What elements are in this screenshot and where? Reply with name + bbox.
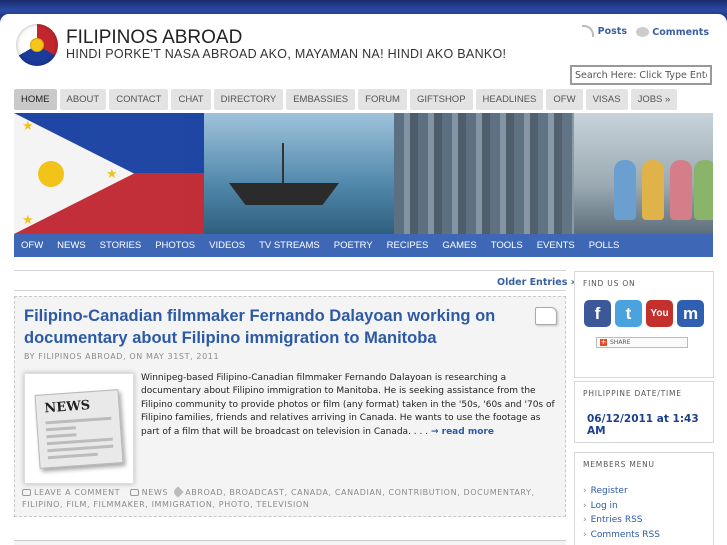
widget-heading: FIND US ON — [583, 279, 636, 288]
post-thumbnail[interactable]: NEWS — [24, 373, 134, 484]
nav-tab-about[interactable]: ABOUT — [59, 89, 107, 110]
social-icons: f t You m — [584, 300, 713, 327]
flag-star-icon: ★ — [22, 119, 34, 134]
read-more-link[interactable]: → read more — [431, 427, 494, 437]
post-title-link[interactable]: Filipino-Canadian filmmaker Fernando Dal… — [24, 305, 514, 349]
members-menu-list: RegisterLog inEntries RSSComments RSS — [583, 484, 713, 542]
members-menu-register[interactable]: Register — [583, 484, 713, 499]
flag-sun-icon — [38, 161, 64, 187]
nav-tab-giftshop[interactable]: GIFTSHOP — [409, 89, 473, 110]
text-line — [46, 433, 77, 439]
statue-figure — [670, 160, 692, 220]
boat-mast — [282, 143, 284, 185]
plus-icon: + — [600, 338, 607, 346]
post-article: Filipino-Canadian filmmaker Fernando Dal… — [14, 296, 566, 517]
posts-feed-label: Posts — [597, 25, 627, 37]
newspaper-icon: NEWS — [34, 389, 124, 469]
posts-feed-link[interactable]: Posts — [581, 25, 627, 37]
nav-tab-chat[interactable]: CHAT — [171, 89, 211, 110]
category-nav-polls[interactable]: POLLS — [589, 240, 620, 251]
text-line — [47, 452, 98, 460]
header-banner-image: ★ ★ ★ — [14, 113, 713, 234]
post-byline: BY FILIPINOS ABROAD, ON MAY 31ST, 2011 — [24, 352, 220, 361]
folder-icon — [129, 489, 139, 496]
youtube-icon[interactable]: You — [646, 300, 673, 327]
comment-bubble-icon — [636, 27, 650, 37]
category-nav-photos[interactable]: PHOTOS — [155, 240, 195, 251]
site-logo[interactable] — [16, 24, 58, 66]
note-icon — [535, 307, 557, 325]
statue-figure — [694, 160, 713, 220]
thumbnail-label: NEWS — [43, 398, 91, 417]
post-excerpt: Winnipeg-based Filipino-Canadian filmmak… — [141, 372, 559, 439]
members-menu-comments-rss[interactable]: Comments RSS — [583, 528, 713, 543]
category-nav-recipes[interactable]: RECIPES — [387, 240, 429, 251]
category-nav-tools[interactable]: TOOLS — [491, 240, 523, 251]
members-menu-widget: MEMBERS MENU RegisterLog inEntries RSSCo… — [574, 452, 714, 545]
share-label: SHARE — [610, 339, 631, 346]
comment-icon — [22, 489, 31, 496]
facebook-icon[interactable]: f — [584, 300, 611, 327]
nav-tab-contact[interactable]: CONTACT — [109, 89, 169, 110]
tag-icon — [172, 486, 184, 498]
post-meta: LEAVE A COMMENT NEWS ABROAD, BROADCAST, … — [22, 486, 562, 510]
category-nav-news[interactable]: NEWS — [57, 240, 86, 251]
category-nav-tv-streams[interactable]: TV STREAMS — [259, 240, 320, 251]
category-navigation: OFW NEWS STORIES PHOTOS VIDEOS TV STREAMS POET… — [14, 234, 713, 257]
category-nav-ofw[interactable]: OFW — [21, 240, 43, 251]
statue-figure — [614, 160, 636, 220]
flag-star-icon: ★ — [106, 167, 118, 182]
statue-figure — [642, 160, 664, 220]
twitter-icon[interactable]: t — [615, 300, 642, 327]
banner-city-photo — [394, 113, 574, 234]
text-line — [45, 426, 77, 432]
older-entries-link[interactable]: Older Entries » — [497, 277, 577, 288]
category-nav-videos[interactable]: VIDEOS — [209, 240, 245, 251]
nav-tab-jobs[interactable]: JOBS » — [630, 89, 678, 110]
banner-sea-photo — [204, 113, 394, 234]
nav-tab-headlines[interactable]: HEADLINES — [475, 89, 544, 110]
category-link[interactable]: NEWS — [142, 488, 168, 497]
nav-tab-embassies[interactable]: EMBASSIES — [286, 89, 356, 110]
nav-tab-ofw[interactable]: OFW — [546, 89, 583, 110]
philippine-time-widget: PHILIPPINE DATE/TIME 06/12/2011 at 1:43 … — [574, 381, 714, 443]
leave-comment-link[interactable]: LEAVE A COMMENT — [34, 488, 120, 497]
divider — [14, 270, 566, 271]
widget-heading: MEMBERS MENU — [583, 460, 655, 469]
myspace-icon[interactable]: m — [677, 300, 704, 327]
boat-icon — [229, 183, 339, 205]
category-nav-games[interactable]: GAMES — [442, 240, 476, 251]
top-navigation: HOME ABOUT CONTACT CHAT DIRECTORY EMBASSIES FO… — [14, 89, 678, 110]
members-menu-entries-rss[interactable]: Entries RSS — [583, 513, 713, 528]
sun-icon — [30, 38, 44, 52]
text-line — [45, 416, 112, 425]
feed-links: Posts Comments — [576, 25, 709, 40]
nav-tab-visas[interactable]: VISAS — [585, 89, 628, 110]
category-nav-stories[interactable]: STORIES — [100, 240, 142, 251]
share-button[interactable]: + SHARE — [596, 337, 688, 348]
rss-icon — [581, 25, 594, 37]
find-us-widget: FIND US ON f t You m + SHARE — [574, 271, 714, 378]
site-tagline: HINDI PORKE'T NASA ABROAD AKO, MAYAMAN N… — [66, 47, 507, 61]
comments-feed-link[interactable]: Comments — [636, 27, 709, 38]
text-line — [46, 437, 113, 446]
nav-tab-directory[interactable]: DIRECTORY — [213, 89, 284, 110]
text-line — [47, 444, 114, 453]
category-nav-events[interactable]: EVENTS — [537, 240, 575, 251]
divider — [14, 290, 566, 291]
search-input[interactable] — [570, 65, 712, 85]
category-nav-poetry[interactable]: POETRY — [334, 240, 373, 251]
next-post-box — [14, 540, 566, 545]
philippine-datetime: 06/12/2011 at 1:43 AM — [587, 413, 699, 437]
widget-heading: PHILIPPINE DATE/TIME — [583, 389, 682, 398]
site-title[interactable]: FILIPINOS ABROAD — [66, 27, 242, 49]
nav-tab-home[interactable]: HOME — [14, 89, 57, 110]
flag-star-icon: ★ — [22, 213, 34, 228]
nav-tab-forum[interactable]: FORUM — [358, 89, 407, 110]
comments-feed-label: Comments — [652, 26, 709, 38]
members-menu-log-in[interactable]: Log in — [583, 499, 713, 514]
